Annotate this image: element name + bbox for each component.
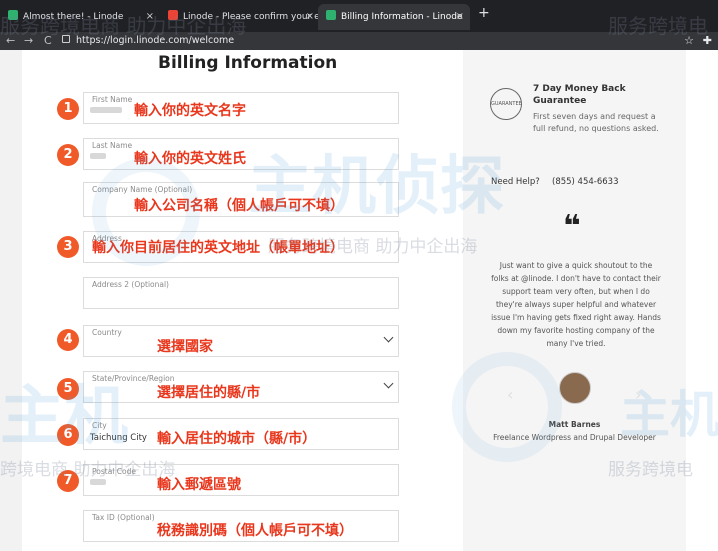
redacted-value bbox=[90, 153, 106, 159]
support-phone[interactable]: (855) 454-6633 bbox=[552, 177, 618, 187]
page-title: Billing Information bbox=[158, 53, 338, 73]
watermark-text: 服务跨境电 bbox=[608, 460, 693, 480]
money-back-text: First seven days and request a full refu… bbox=[533, 112, 659, 133]
step-number-badge: 1 bbox=[57, 98, 79, 120]
chevron-down-icon bbox=[383, 332, 394, 343]
watermark-brand: 主机 bbox=[0, 380, 128, 454]
field-label: Tax ID (Optional) bbox=[92, 513, 155, 522]
chevron-down-icon bbox=[383, 378, 394, 389]
field-label: Last Name bbox=[92, 141, 133, 150]
quote-icon: ❝ bbox=[563, 209, 581, 244]
annotation-city: 輸入居住的城市（縣/市） bbox=[157, 431, 317, 447]
address-2-field[interactable]: Address 2 (Optional) bbox=[83, 277, 399, 309]
annotation-country: 選擇國家 bbox=[157, 339, 213, 355]
watermark-brand: 主机 bbox=[620, 386, 718, 444]
watermark-text: 服务跨境电商 助力中企出海 bbox=[0, 14, 247, 38]
step-number-badge: 4 bbox=[57, 329, 79, 351]
step-number-badge: 3 bbox=[57, 236, 79, 258]
step-number-badge: 2 bbox=[57, 144, 79, 166]
new-tab-icon[interactable]: + bbox=[478, 5, 490, 21]
tab-close-icon[interactable]: × bbox=[456, 4, 464, 30]
watermark-brand: 主机侦探 bbox=[248, 150, 504, 224]
linode-favicon-icon bbox=[326, 10, 336, 20]
annotation-tax-id: 稅務識別碼（個人帳戶可不填） bbox=[157, 523, 353, 539]
tab-billing-information[interactable]: Billing Information - Linode × bbox=[318, 4, 470, 30]
watermark-text: 服务跨境电商 助力中企出海 bbox=[268, 237, 478, 257]
watermark-text: 跨境电商 助力中企出海 bbox=[0, 460, 176, 480]
field-label: Country bbox=[92, 328, 122, 337]
watermark-text: 服务跨境电 bbox=[608, 14, 708, 38]
annotation-first-name: 輸入你的英文名字 bbox=[134, 103, 246, 119]
field-label: Address 2 (Optional) bbox=[92, 280, 169, 289]
watermark-logo bbox=[452, 352, 562, 462]
watermark-logo bbox=[92, 158, 200, 266]
annotation-state: 選擇居住的縣/市 bbox=[157, 385, 261, 401]
tab-title: Billing Information - Linode bbox=[341, 12, 463, 22]
tab-close-icon[interactable]: × bbox=[306, 4, 314, 30]
guarantee-badge-icon: GUARANTEE bbox=[490, 88, 522, 120]
money-back-title: 7 Day Money Back Guarantee bbox=[533, 84, 626, 106]
field-label: First Name bbox=[92, 95, 133, 104]
testimonial-text: Just want to give a quick shoutout to th… bbox=[491, 261, 661, 348]
redacted-value bbox=[90, 107, 122, 113]
country-select[interactable]: Country bbox=[83, 325, 399, 357]
avatar bbox=[559, 372, 591, 404]
